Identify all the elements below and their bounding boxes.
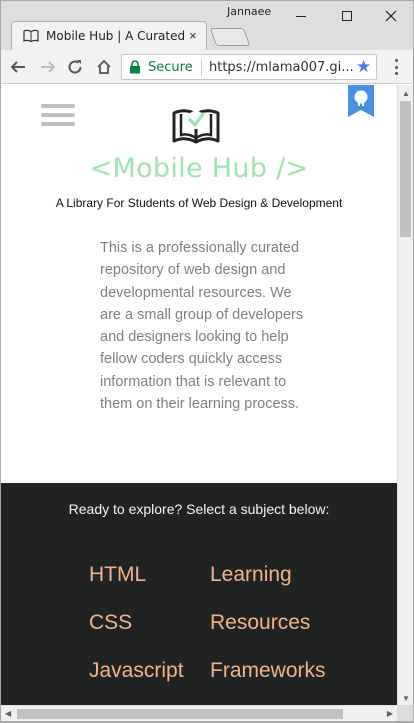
horizontal-scroll-thumb[interactable] — [17, 709, 343, 719]
page-subtitle: A Library For Students of Web Design & D… — [55, 196, 343, 210]
address-bar[interactable]: Secure https://mlama007.gi... ★ — [121, 54, 377, 80]
window-border-left — [0, 84, 1, 723]
scroll-up-icon[interactable]: ▲ — [402, 89, 410, 98]
secure-label: Secure — [148, 60, 193, 75]
tab-close-icon[interactable]: × — [189, 28, 197, 43]
page-viewport: <Mobile Hub /> A Library For Students of… — [1, 85, 397, 705]
lock-icon — [130, 60, 140, 74]
minimize-icon — [296, 15, 306, 17]
vertical-scroll-thumb[interactable] — [400, 101, 411, 237]
scroll-right-icon[interactable]: ▶ — [387, 709, 393, 718]
profile-name[interactable]: Jannaee — [227, 5, 271, 18]
subject-link-resources[interactable]: Resources — [210, 609, 349, 636]
browser-toolbar: Secure https://mlama007.gi... ★ — [0, 50, 414, 84]
reload-icon — [68, 60, 82, 74]
url-text[interactable]: https://mlama007.gi... — [209, 60, 353, 75]
browser-menu-icon[interactable] — [389, 57, 403, 77]
bookmark-star-icon[interactable]: ★ — [356, 57, 371, 77]
github-ribbon-icon[interactable] — [348, 85, 374, 117]
scroll-down-icon[interactable]: ▼ — [402, 694, 410, 703]
vertical-scrollbar[interactable]: ▲ ▼ — [397, 85, 413, 705]
subject-grid: HTML Learning CSS Resources Javascript F… — [89, 561, 349, 684]
subject-link-javascript[interactable]: Javascript — [89, 657, 210, 684]
omnibox-divider — [201, 60, 202, 76]
tab-title: Mobile Hub | A Curated C — [46, 29, 186, 43]
scroll-corner — [397, 705, 413, 721]
new-tab-button[interactable] — [209, 28, 251, 46]
maximize-button[interactable] — [327, 1, 367, 31]
home-button[interactable] — [93, 56, 115, 78]
arrow-left-icon — [10, 61, 25, 73]
horizontal-scrollbar[interactable]: ◀ ▶ — [1, 705, 397, 721]
back-button[interactable] — [7, 56, 29, 78]
book-favicon-icon — [23, 29, 39, 43]
explore-heading: Ready to explore? Select a subject below… — [68, 501, 330, 517]
subject-link-learning[interactable]: Learning — [210, 561, 349, 588]
maximize-icon — [342, 11, 352, 21]
reload-button[interactable] — [64, 56, 86, 78]
home-icon — [97, 59, 111, 74]
subject-link-html[interactable]: HTML — [89, 561, 210, 588]
subject-link-frameworks[interactable]: Frameworks — [210, 657, 349, 684]
tab-mobile-hub[interactable]: Mobile Hub | A Curated C × — [11, 21, 207, 51]
browser-titlebar: Jannaee Mobile Hub | A Curated C × — [0, 0, 414, 51]
page-title: <Mobile Hub /> — [89, 153, 309, 184]
arrow-right-icon — [41, 61, 56, 73]
subject-link-css[interactable]: CSS — [89, 609, 210, 636]
scroll-left-icon[interactable]: ◀ — [5, 709, 11, 718]
close-window-button[interactable] — [371, 1, 411, 31]
forward-button[interactable] — [37, 56, 59, 78]
hamburger-menu-icon[interactable] — [41, 104, 75, 126]
about-paragraph: This is a professionally curated reposit… — [100, 240, 304, 413]
minimize-button[interactable] — [281, 1, 321, 31]
open-book-check-icon — [172, 109, 220, 144]
close-icon — [385, 10, 397, 22]
explore-section: Ready to explore? Select a subject below… — [1, 483, 397, 705]
